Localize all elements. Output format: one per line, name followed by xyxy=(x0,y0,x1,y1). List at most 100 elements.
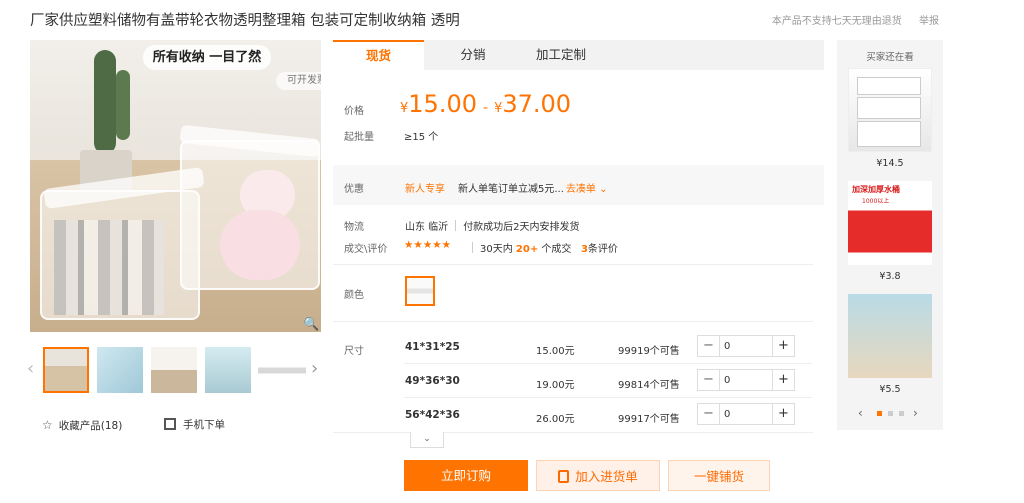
box-stack xyxy=(857,77,921,95)
buy-now-button[interactable]: 立即订购 xyxy=(404,460,528,491)
mobile-order-label: 手机下单 xyxy=(183,419,225,431)
collect-button[interactable]: ☆ 收藏产品(18) xyxy=(42,418,122,433)
zoom-icon[interactable]: 🔍 xyxy=(303,316,320,333)
deals-label: 成交\评价 xyxy=(344,244,388,255)
rail-page-dot[interactable] xyxy=(888,411,893,416)
size-price: 26.00元 xyxy=(536,414,575,425)
promo-link[interactable]: 去凑单 ⌄ xyxy=(566,184,608,195)
decrease-button[interactable]: − xyxy=(698,404,720,424)
increase-button[interactable]: + xyxy=(772,336,794,356)
recommend-item-text: 加深加厚水桶 xyxy=(852,185,900,194)
price-range: ¥15.00- ¥37.00 xyxy=(400,90,571,118)
one-click-distribute-button[interactable]: 一键铺货 xyxy=(668,460,770,491)
thumbnail[interactable] xyxy=(258,347,306,393)
storage-box xyxy=(40,190,200,320)
tab-custom[interactable]: 加工定制 xyxy=(526,40,596,70)
invoice-badge: 可开发票 xyxy=(276,72,321,90)
expand-sizes-button[interactable]: ⌄ xyxy=(410,432,444,448)
storage-box xyxy=(180,140,320,290)
promo-text: 新人单笔订单立减5元... 去凑单 ⌄ xyxy=(458,180,607,195)
size-name: 49*36*30 xyxy=(405,375,460,387)
recommend-price: ¥3.8 xyxy=(879,271,901,282)
thumbnail[interactable] xyxy=(43,347,89,393)
size-stock: 99917个可售 xyxy=(618,414,680,425)
size-stock: 99814个可售 xyxy=(618,380,680,391)
thumbnail[interactable] xyxy=(151,347,197,393)
product-title: 厂家供应塑料储物有盖带轮衣物透明整理箱 包装可定制收纳箱 透明 xyxy=(30,13,460,29)
rail-page-dot[interactable] xyxy=(899,411,904,416)
size-name: 56*42*36 xyxy=(405,409,460,421)
rail-prev-icon[interactable]: ‹ xyxy=(858,406,863,420)
ship-time: 付款成功后2天内安排发货 xyxy=(463,222,580,233)
thumbs-next-icon[interactable]: › xyxy=(311,359,323,379)
minqty-label: 起批量 xyxy=(344,132,374,143)
rail-title: 买家还在看 xyxy=(866,52,914,63)
star-icon: ☆ xyxy=(42,418,53,432)
add-to-cart-label: 加入进货单 xyxy=(575,469,638,484)
quantity-input[interactable] xyxy=(724,406,770,422)
divider xyxy=(333,432,813,433)
rail-next-icon[interactable]: › xyxy=(913,406,918,420)
logistics-info: 山东 临沂 付款成功后2天内安排发货 xyxy=(405,218,580,233)
separator xyxy=(472,242,473,253)
increase-button[interactable]: + xyxy=(772,404,794,424)
promo-description: 新人单笔订单立减5元... xyxy=(458,184,564,195)
deals-info: 30天内 20+ 个成交 3条评价 xyxy=(472,240,618,255)
cactus-decor xyxy=(116,70,130,140)
size-price: 19.00元 xyxy=(536,380,575,391)
report-link[interactable]: 举报 xyxy=(919,16,939,27)
deals-suffix: 个成交 xyxy=(541,244,572,255)
return-policy-notice: 本产品不支持七天无理由退货 xyxy=(771,16,902,27)
purchase-tabs: 现货 分销 加工定制 xyxy=(333,40,824,70)
thumbs-prev-icon[interactable]: ‹ xyxy=(27,359,39,379)
divider xyxy=(333,264,813,265)
thumbnail[interactable] xyxy=(97,347,143,393)
size-name: 41*31*25 xyxy=(405,341,460,353)
price-high: 37.00 xyxy=(502,90,572,118)
box-stack xyxy=(857,121,921,147)
cactus-decor xyxy=(94,50,116,154)
quantity-input[interactable] xyxy=(724,338,770,354)
recommend-item[interactable] xyxy=(848,294,932,378)
reviews-suffix[interactable]: 条评价 xyxy=(588,244,618,255)
collect-label: 收藏产品(18) xyxy=(58,420,123,432)
price-low: 15.00 xyxy=(408,90,477,118)
quantity-stepper: − + xyxy=(697,335,795,357)
size-stock: 99919个可售 xyxy=(618,346,680,357)
quantity-stepper: − + xyxy=(697,369,795,391)
decrease-button[interactable]: − xyxy=(698,336,720,356)
price-dash: - xyxy=(483,100,489,116)
size-label: 尺寸 xyxy=(344,346,364,357)
recommend-item[interactable]: 加深加厚水桶 1000以上 xyxy=(848,181,932,265)
top-notice: 本产品不支持七天无理由退货 举报 xyxy=(772,12,939,27)
mobile-order-button[interactable]: 手机下单 xyxy=(164,417,225,432)
recommend-item-subtext: 1000以上 xyxy=(862,198,890,205)
decrease-button[interactable]: − xyxy=(698,370,720,390)
row-divider xyxy=(404,363,812,364)
box-stack xyxy=(857,97,921,119)
color-option-transparent[interactable] xyxy=(405,276,435,306)
thumbnail[interactable] xyxy=(205,347,251,393)
clipboard-icon xyxy=(558,470,570,483)
deals-count: 20+ xyxy=(515,244,539,255)
recommend-item[interactable] xyxy=(848,68,932,152)
color-label: 颜色 xyxy=(344,290,364,301)
add-to-cart-button[interactable]: 加入进货单 xyxy=(536,460,660,491)
rail-page-dot[interactable] xyxy=(877,411,882,416)
quantity-input[interactable] xyxy=(724,372,770,388)
reviews-count[interactable]: 3 xyxy=(581,244,588,255)
minqty-value: ≥15 个 xyxy=(404,132,439,143)
deals-prefix: 30天内 xyxy=(480,244,513,255)
price-label: 价格 xyxy=(344,106,364,117)
promo-label: 优惠 xyxy=(344,184,364,195)
separator xyxy=(455,220,457,231)
tab-spot[interactable]: 现货 xyxy=(333,40,424,70)
logistics-label: 物流 xyxy=(344,222,364,233)
main-product-image[interactable]: 所有收纳 一目了然 可开发票 xyxy=(30,40,321,332)
row-divider xyxy=(404,397,812,398)
qr-code-icon xyxy=(164,418,176,430)
ship-from: 山东 临沂 xyxy=(405,222,449,233)
quantity-stepper: − + xyxy=(697,403,795,425)
increase-button[interactable]: + xyxy=(772,370,794,390)
tab-distribution[interactable]: 分销 xyxy=(437,40,509,70)
